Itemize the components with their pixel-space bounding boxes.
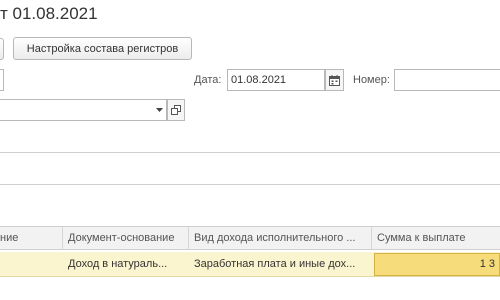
organization-select[interactable] <box>0 99 167 121</box>
registers-settings-button[interactable]: Настройка состава регистров <box>13 37 192 60</box>
table-cell[interactable] <box>0 252 63 277</box>
page-title: т 01.08.2021 <box>0 4 98 23</box>
open-button[interactable] <box>167 99 185 121</box>
table-cell-amount[interactable]: 1 3 <box>374 253 500 276</box>
column-header[interactable]: Документ-основание <box>63 227 189 249</box>
number-input[interactable] <box>394 69 500 91</box>
date-input[interactable]: 01.08.2021 <box>227 69 325 91</box>
chevron-down-icon <box>155 108 163 112</box>
column-header[interactable]: Сумма к выплате <box>372 227 500 249</box>
calendar-button[interactable] <box>325 69 344 91</box>
number-label: Номер: <box>353 74 390 86</box>
table-header: ние Документ-основание Вид дохода исполн… <box>0 226 500 250</box>
table-cell-document[interactable]: Доход в натураль... <box>63 252 189 277</box>
open-window-icon <box>171 105 181 115</box>
table-row[interactable]: Доход в натураль... Заработная плата и и… <box>0 252 500 277</box>
dropdown-button[interactable] <box>151 99 167 121</box>
left-field-partial[interactable] <box>0 69 4 91</box>
column-header[interactable]: Вид дохода исполнительного ... <box>189 227 372 249</box>
separator-line <box>0 184 500 185</box>
date-label: Дата: <box>194 74 222 86</box>
column-header[interactable]: ние <box>0 227 63 249</box>
table-cell-income-type[interactable]: Заработная плата и иные дох... <box>189 252 372 277</box>
calendar-icon <box>329 74 340 86</box>
toolbar-button-partial[interactable] <box>0 38 4 60</box>
separator-line <box>0 152 500 153</box>
